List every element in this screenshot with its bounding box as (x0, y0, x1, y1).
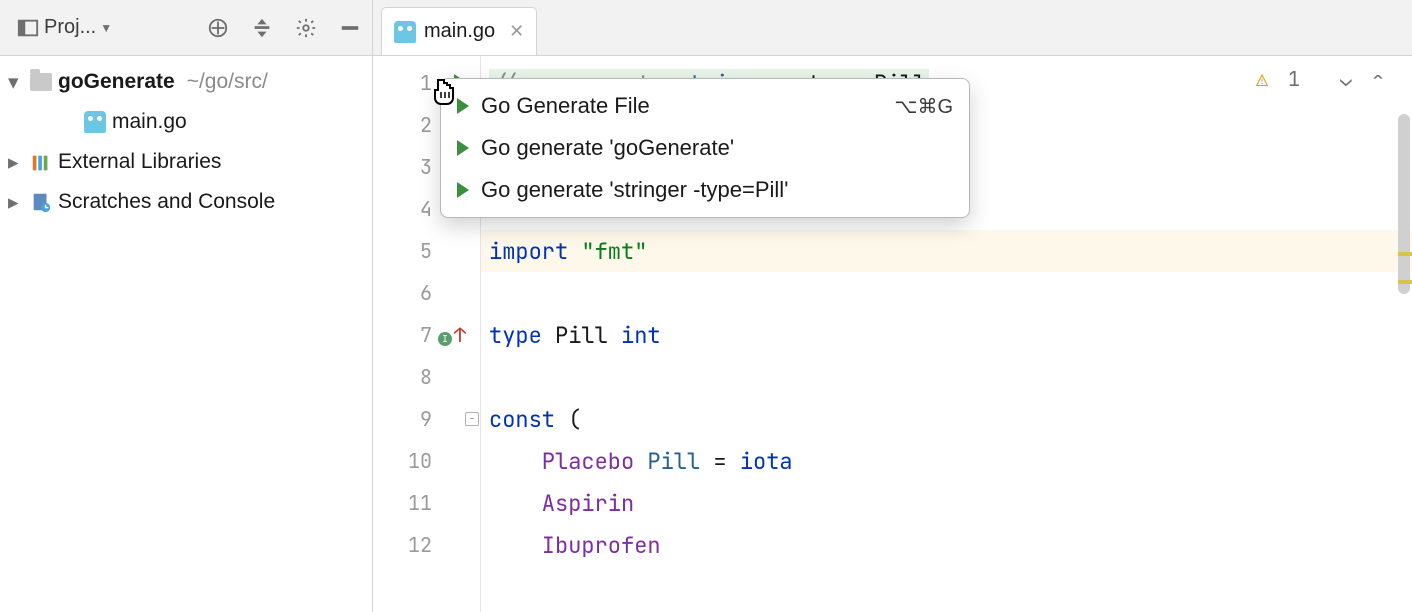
project-view-label: Proj... (44, 16, 96, 39)
tree-file-label: main.go (112, 110, 187, 134)
fold-icon[interactable]: − (465, 412, 479, 426)
code-line[interactable]: Placebo Pill = iota (481, 440, 1412, 482)
tree-external-label: External Libraries (58, 150, 221, 174)
code-line[interactable]: − const ( (481, 398, 1412, 440)
menu-item-label: Go generate 'goGenerate' (481, 135, 734, 161)
project-pane-icon (16, 16, 40, 40)
editor-scrollbar[interactable] (1398, 114, 1410, 294)
has-implementations-icon[interactable]: I↑ (438, 322, 466, 348)
menu-item-go-generate-file[interactable]: Go Generate File ⌥⌘G (441, 85, 969, 127)
menu-item-label: Go Generate File (481, 93, 650, 119)
menu-item-go-generate-stringer[interactable]: Go generate 'stringer -type=Pill' (441, 169, 969, 211)
chevron-down-icon[interactable]: ▾ (8, 70, 24, 95)
warning-count: 1 (1288, 66, 1300, 92)
select-opened-file-icon[interactable] (206, 16, 230, 40)
expand-all-icon[interactable] (250, 16, 274, 40)
chevron-right-icon[interactable]: ▸ (8, 190, 24, 215)
error-stripe-marker[interactable] (1398, 280, 1412, 284)
code-line[interactable] (481, 272, 1412, 314)
inspection-widget[interactable]: ⚠ 1 ⌄ ⌃ (1256, 66, 1384, 92)
tree-scratches[interactable]: ▸ Scratches and Console (0, 182, 372, 222)
tree-scratches-label: Scratches and Console (58, 190, 275, 214)
tab-label: main.go (424, 20, 495, 43)
close-tab-icon[interactable]: ✕ (509, 21, 524, 42)
line-number: 11 (408, 490, 432, 516)
line-number: 3 (420, 154, 432, 180)
error-stripe-marker[interactable] (1398, 252, 1412, 256)
tree-root-name: goGenerate (58, 70, 175, 94)
code-line[interactable]: Aspirin (481, 482, 1412, 524)
project-tree[interactable]: ▾ goGenerate ~/go/src/ main.go ▸ Externa… (0, 56, 373, 612)
run-icon (457, 140, 469, 156)
chevron-right-icon[interactable]: ▸ (8, 150, 24, 175)
run-context-menu: Go Generate File ⌥⌘G Go generate 'goGene… (440, 78, 970, 218)
line-number: 10 (408, 448, 432, 474)
code-line[interactable]: import "fmt" (481, 230, 1412, 272)
editor-tab-main-go[interactable]: main.go ✕ (381, 7, 537, 55)
hide-tool-window-icon[interactable] (338, 16, 362, 40)
editor-tab-bar: main.go ✕ (373, 0, 1412, 55)
run-icon (457, 98, 469, 114)
line-number: 1 (420, 70, 432, 96)
tree-root-path: ~/go/src/ (187, 70, 268, 94)
run-icon (457, 182, 469, 198)
code-line[interactable]: type Pill int (481, 314, 1412, 356)
line-number: 5 (420, 238, 432, 264)
tree-external-libraries[interactable]: ▸ External Libraries (0, 142, 372, 182)
libraries-icon (30, 152, 52, 172)
tree-file-main-go[interactable]: main.go (0, 102, 372, 142)
next-highlight-icon[interactable]: ⌄ (1340, 66, 1352, 92)
go-file-icon (84, 111, 106, 133)
settings-icon[interactable] (294, 16, 318, 40)
menu-item-label: Go generate 'stringer -type=Pill' (481, 177, 788, 203)
go-file-icon (394, 21, 416, 43)
project-tool-header: Proj... ▼ (0, 0, 373, 55)
line-number: 8 (420, 364, 432, 390)
scratches-icon (30, 191, 52, 213)
menu-item-go-generate-project[interactable]: Go generate 'goGenerate' (441, 127, 969, 169)
code-line[interactable] (481, 356, 1412, 398)
tree-root[interactable]: ▾ goGenerate ~/go/src/ (0, 62, 372, 102)
line-number: 7 (420, 322, 432, 348)
folder-icon (30, 73, 52, 91)
line-number: 2 (420, 112, 432, 138)
line-number: 6 (420, 280, 432, 306)
prev-highlight-icon[interactable]: ⌃ (1372, 66, 1384, 92)
project-view-selector[interactable]: Proj... ▼ (10, 12, 118, 44)
warning-icon[interactable]: ⚠ (1256, 66, 1268, 92)
line-number: 12 (408, 532, 432, 558)
line-number: 9 (420, 406, 432, 432)
menu-item-shortcut: ⌥⌘G (894, 94, 953, 119)
line-number: 4 (420, 196, 432, 222)
code-line[interactable]: Ibuprofen (481, 524, 1412, 566)
dropdown-icon: ▼ (100, 21, 112, 35)
